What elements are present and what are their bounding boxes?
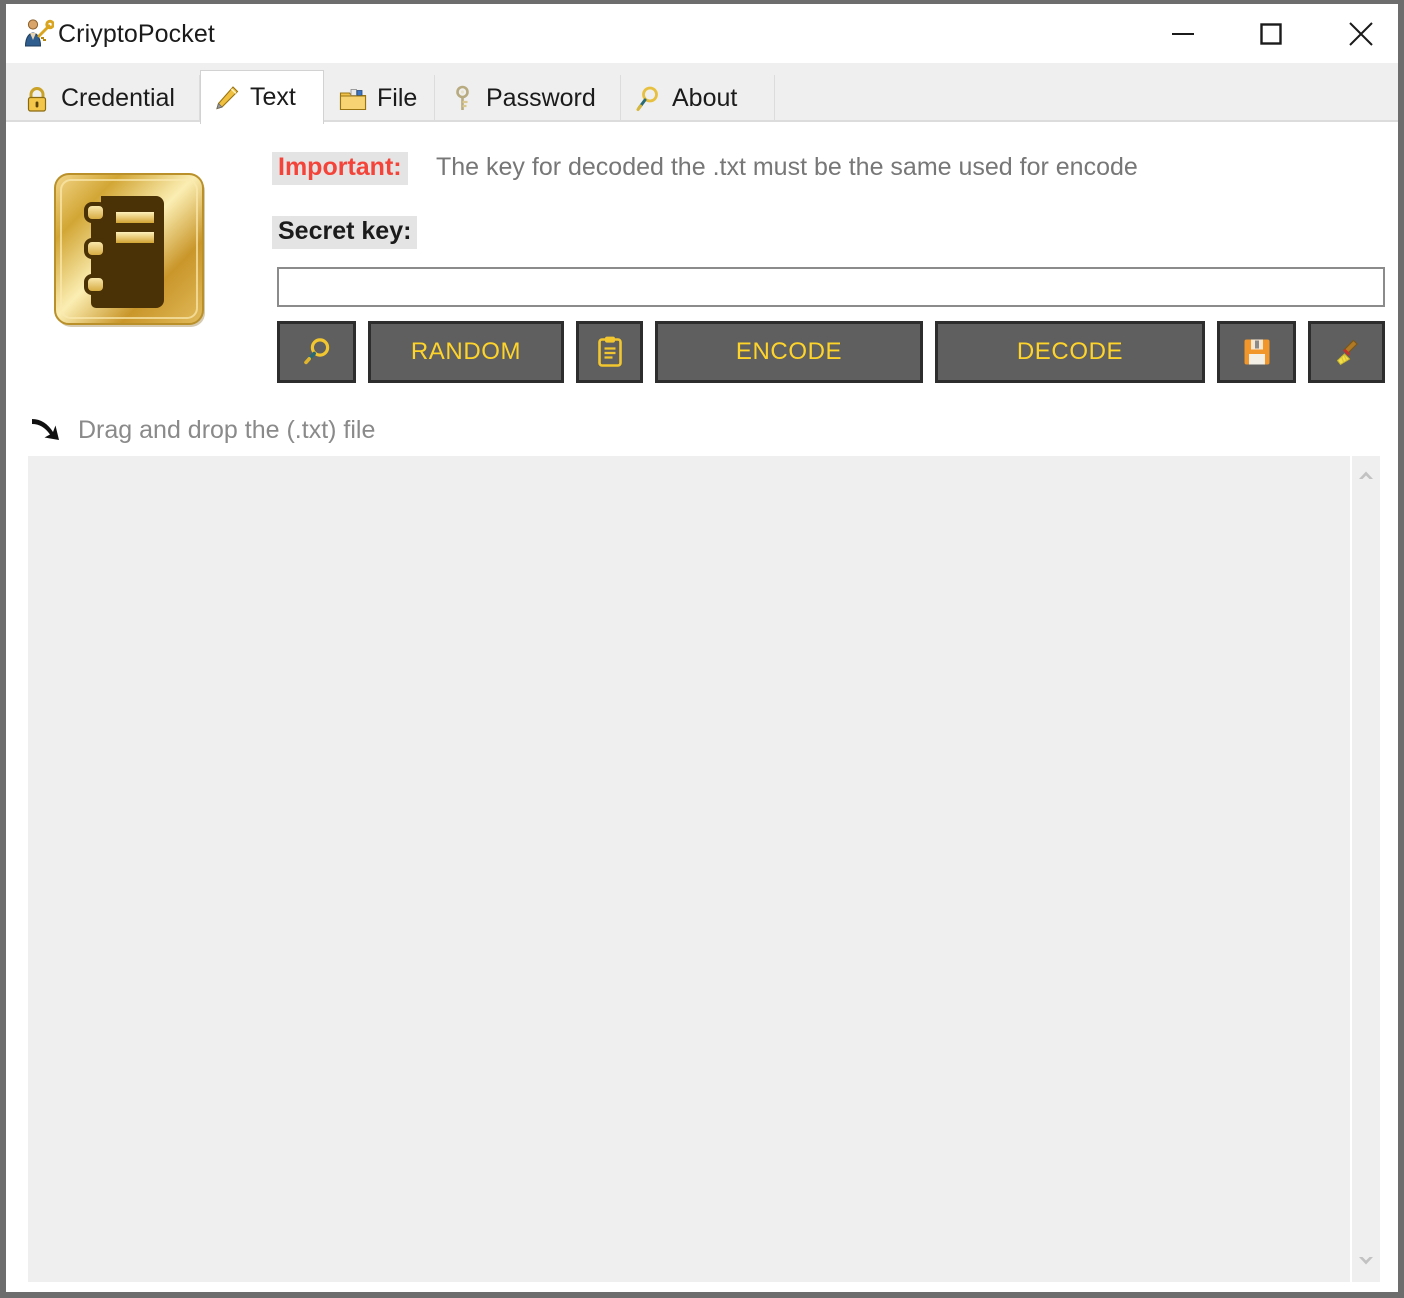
text-content-input[interactable] bbox=[28, 456, 1350, 1282]
broom-icon bbox=[1331, 336, 1363, 368]
encode-button[interactable]: ENCODE bbox=[655, 321, 923, 383]
random-button-label: RANDOM bbox=[410, 338, 522, 365]
tab-text-label: Text bbox=[250, 83, 296, 111]
floppy-disk-icon bbox=[1242, 337, 1272, 367]
title-bar: CriyptoPocket bbox=[6, 4, 1398, 63]
text-drop-area[interactable] bbox=[28, 456, 1380, 1282]
magnifier-icon bbox=[300, 335, 334, 369]
vertical-scrollbar[interactable] bbox=[1350, 456, 1380, 1282]
encode-button-label: ENCODE bbox=[735, 338, 843, 365]
tab-credential[interactable]: Credential bbox=[12, 75, 200, 122]
clipboard-icon bbox=[595, 335, 625, 369]
minimize-icon bbox=[1172, 32, 1194, 35]
window-title: CriyptoPocket bbox=[58, 20, 215, 48]
tab-password-label: Password bbox=[486, 84, 596, 112]
decode-button[interactable]: DECODE bbox=[935, 321, 1205, 383]
tab-about-label: About bbox=[672, 84, 738, 112]
tab-panel-text: Important: The key for decoded the .txt … bbox=[6, 122, 1398, 1292]
copy-clipboard-button[interactable] bbox=[576, 321, 643, 383]
chevron-up-icon bbox=[1359, 471, 1373, 479]
key-icon bbox=[447, 84, 477, 114]
scroll-down-button[interactable] bbox=[1352, 1246, 1380, 1276]
gold-notebook-icon bbox=[50, 168, 214, 346]
tab-file-label: File bbox=[377, 84, 418, 112]
close-button[interactable] bbox=[1330, 4, 1392, 63]
padlock-icon bbox=[22, 84, 52, 114]
secret-key-label: Secret key: bbox=[272, 216, 418, 249]
user-key-icon bbox=[20, 16, 55, 50]
chevron-down-icon bbox=[1359, 1257, 1373, 1265]
tab-password[interactable]: Password bbox=[437, 75, 621, 122]
find-key-button[interactable] bbox=[277, 321, 356, 383]
arrow-down-right-icon bbox=[28, 413, 64, 447]
drop-hint: Drag and drop the (.txt) file bbox=[28, 412, 375, 448]
secret-key-input[interactable] bbox=[277, 267, 1385, 307]
maximize-button[interactable] bbox=[1240, 4, 1302, 63]
minimize-button[interactable] bbox=[1152, 4, 1214, 63]
tab-about[interactable]: About bbox=[623, 75, 775, 122]
tab-credential-label: Credential bbox=[61, 84, 175, 112]
clear-button[interactable] bbox=[1308, 321, 1385, 383]
tab-file[interactable]: File bbox=[328, 75, 435, 122]
folder-icon bbox=[338, 84, 368, 114]
drop-hint-label: Drag and drop the (.txt) file bbox=[78, 415, 376, 444]
app-window: CriyptoPocket Credential Text File Passw… bbox=[0, 0, 1404, 1298]
important-message: The key for decoded the .txt must be the… bbox=[436, 153, 1138, 181]
random-button[interactable]: RANDOM bbox=[368, 321, 564, 383]
scroll-up-button[interactable] bbox=[1352, 460, 1380, 490]
maximize-icon bbox=[1260, 22, 1282, 45]
save-button[interactable] bbox=[1217, 321, 1296, 383]
important-badge: Important: bbox=[272, 152, 408, 185]
close-icon bbox=[1349, 21, 1373, 46]
pencil-icon bbox=[211, 83, 241, 113]
tab-strip: Credential Text File Password About bbox=[6, 63, 1398, 124]
decode-button-label: DECODE bbox=[1016, 338, 1124, 365]
magnifier-icon bbox=[633, 84, 663, 114]
tab-text[interactable]: Text bbox=[200, 70, 324, 124]
